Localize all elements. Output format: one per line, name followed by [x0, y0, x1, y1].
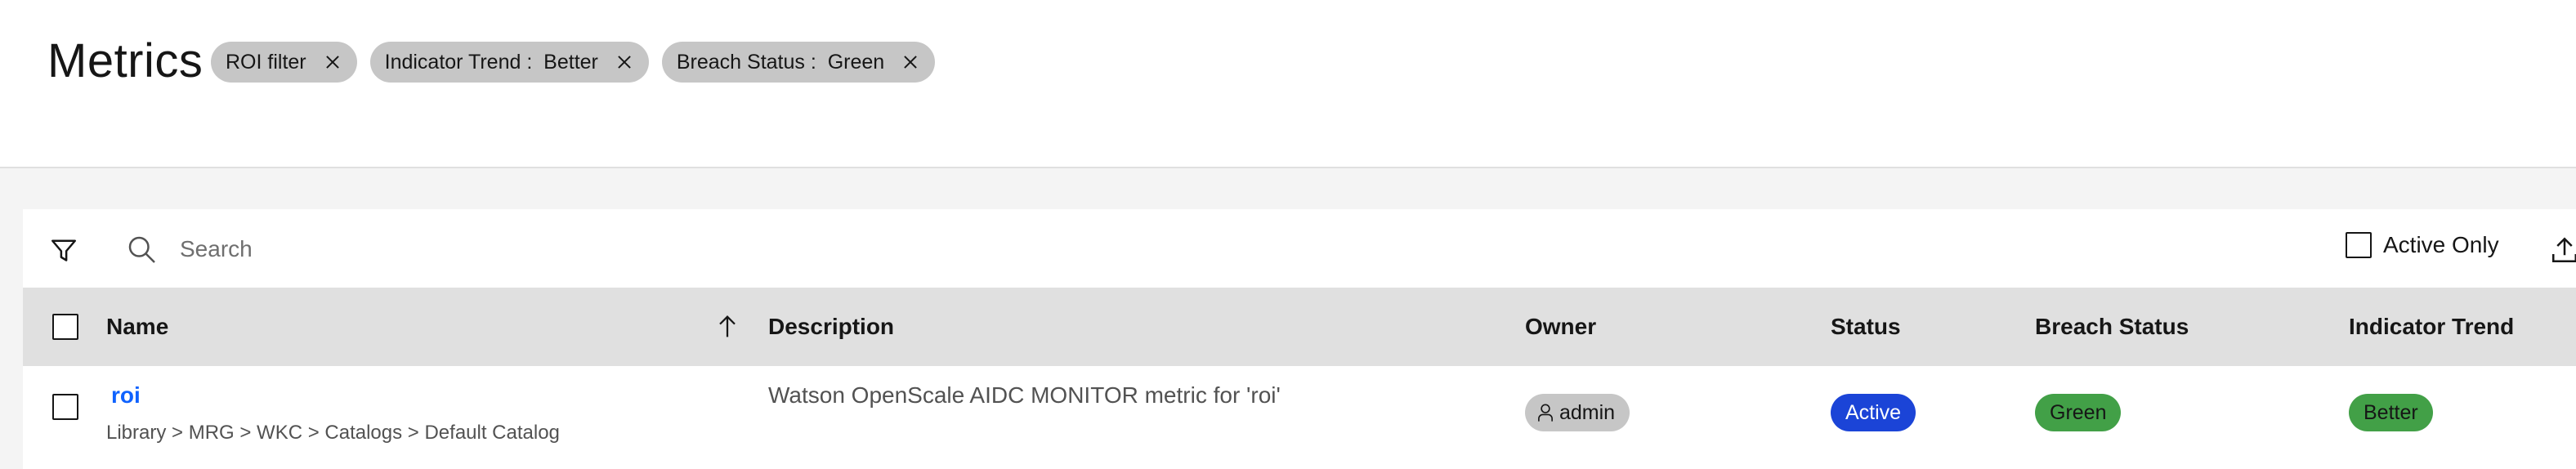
metrics-table: Active Only Name Description Owner Statu…: [23, 209, 2576, 469]
close-icon[interactable]: [901, 52, 920, 72]
breach-status-badge: Green: [2035, 394, 2122, 431]
filter-chip-label: Breach Status : Green: [676, 50, 885, 74]
select-all-cell: [52, 288, 78, 366]
filter-chip-breach-status: Breach Status : Green: [661, 42, 936, 83]
active-only-toggle[interactable]: Active Only: [2346, 232, 2499, 258]
status-badge: Active: [1831, 394, 1916, 431]
filter-chips: ROI filter Indicator Trend : Better Brea…: [211, 42, 936, 83]
active-only-checkbox[interactable]: [2346, 232, 2372, 258]
column-header-owner: Owner: [1525, 314, 1597, 339]
close-icon[interactable]: [615, 52, 634, 72]
column-header-breach-status: Breach Status: [2035, 314, 2189, 339]
column-header-status: Status: [1831, 314, 1901, 339]
arrow-up-icon[interactable]: [713, 312, 742, 342]
table-header: Name Description Owner Status Breach Sta…: [23, 288, 2576, 366]
column-header-description: Description: [768, 314, 895, 339]
user-icon: [1538, 404, 1553, 422]
page-header: Metrics ROI filter Indicator Trend : Bet…: [0, 0, 2576, 168]
table-toolbar: Active Only: [23, 209, 2576, 288]
filter-chip-roi: ROI filter: [211, 42, 357, 83]
filter-chip-label: ROI filter: [226, 50, 306, 74]
row-select-cell: [52, 394, 78, 420]
indicator-trend-badge: Better: [2349, 394, 2433, 431]
table-row: roi Library > MRG > WKC > Catalogs > Def…: [23, 366, 2576, 469]
active-only-label: Active Only: [2383, 232, 2499, 257]
export-icon[interactable]: [2548, 234, 2576, 266]
select-all-checkbox[interactable]: [52, 314, 78, 340]
metric-description: Watson OpenScale AIDC MONITOR metric for…: [768, 382, 1281, 408]
search-icon: [128, 236, 155, 263]
close-icon[interactable]: [323, 52, 342, 72]
filter-chip-indicator-trend: Indicator Trend : Better: [369, 42, 649, 83]
owner-name: admin: [1559, 400, 1616, 424]
page-title: Metrics: [47, 34, 203, 87]
filter-icon[interactable]: [47, 234, 80, 266]
metric-name-link[interactable]: roi: [111, 382, 141, 409]
search-input[interactable]: [180, 227, 1161, 271]
column-header-name[interactable]: Name: [106, 288, 168, 366]
owner-tag: admin: [1525, 394, 1630, 431]
filter-chip-label: Indicator Trend : Better: [384, 50, 598, 74]
metric-path: Library > MRG > WKC > Catalogs > Default…: [106, 422, 560, 444]
row-checkbox[interactable]: [52, 394, 78, 420]
column-header-indicator-trend: Indicator Trend: [2349, 314, 2515, 339]
